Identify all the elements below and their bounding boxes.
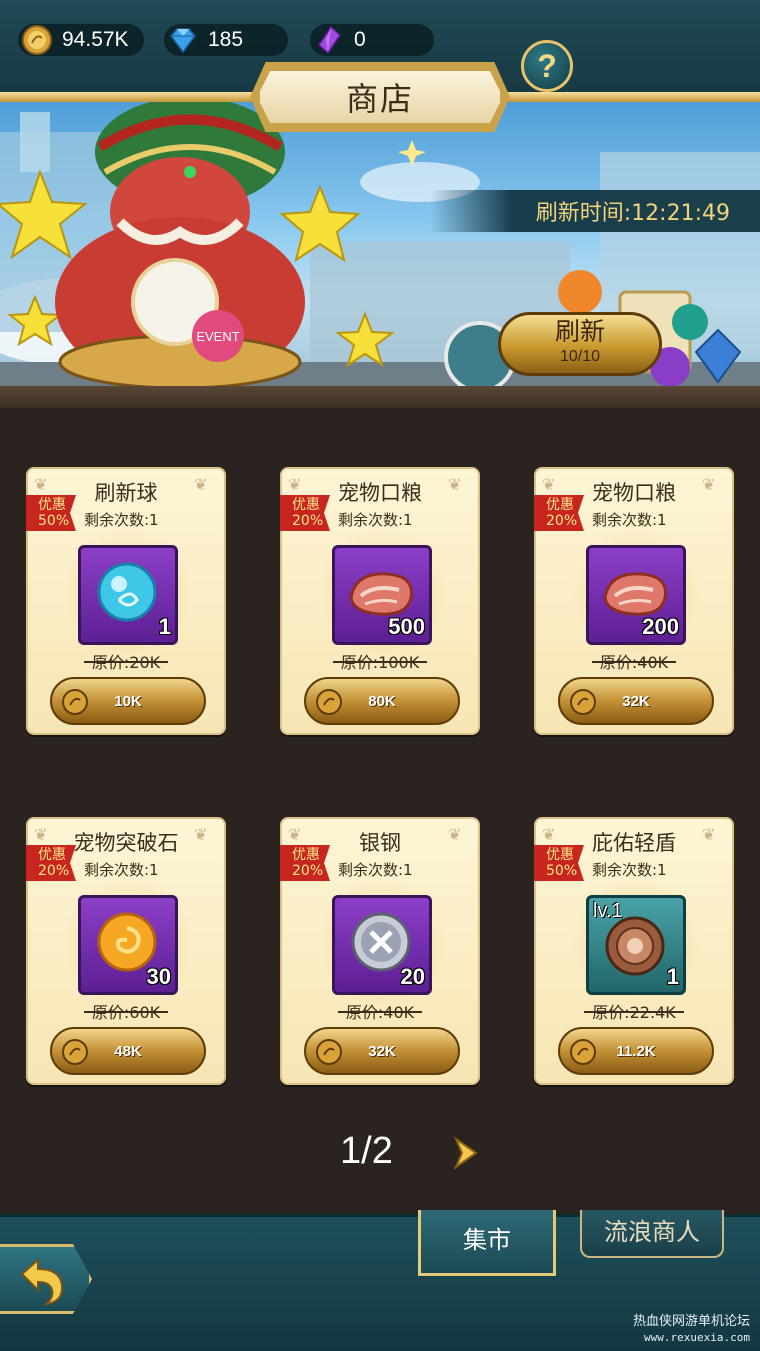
item-slot[interactable]: lv.1 1 bbox=[586, 895, 686, 995]
item-slot[interactable]: 1 bbox=[78, 545, 178, 645]
shop-item-card[interactable]: ❦ ❦ 宠物口粮 优惠 20% 剩余次数:1 500 原价:100K 80K bbox=[280, 467, 480, 735]
item-level: lv.1 bbox=[593, 900, 623, 922]
gold-amount: 94.57K bbox=[62, 28, 129, 51]
gold-coin-icon bbox=[62, 689, 88, 715]
discount-tag: 优惠 20% bbox=[534, 495, 584, 531]
page-title: 商店 bbox=[257, 68, 503, 126]
refresh-timer: 刷新时间:12:21:49 bbox=[430, 190, 760, 232]
refresh-count: 10/10 bbox=[559, 348, 601, 365]
gold-coin-icon bbox=[316, 1039, 342, 1065]
crystal-counter: 0 bbox=[310, 24, 434, 56]
buy-button[interactable]: 48K bbox=[50, 1027, 206, 1075]
item-quantity: 30 bbox=[146, 964, 171, 989]
price-label: 80K bbox=[368, 692, 396, 710]
shop-item-card[interactable]: ❦ ❦ 刷新球 优惠 50% 剩余次数:1 1 原价:20K 10K bbox=[26, 467, 226, 735]
buy-button[interactable]: 10K bbox=[50, 677, 206, 725]
buy-button[interactable]: 11.2K bbox=[558, 1027, 714, 1075]
discount-tag: 优惠 20% bbox=[280, 845, 330, 881]
gold-counter: 94.57K bbox=[18, 24, 144, 56]
buy-button[interactable]: 32K bbox=[558, 677, 714, 725]
shop-item-card[interactable]: ❦ ❦ 银钢 优惠 20% 剩余次数:1 20 原价:40K 32K bbox=[280, 817, 480, 1085]
original-price: 原价:22.4K bbox=[536, 999, 732, 1023]
price-label: 11.2K bbox=[616, 1042, 656, 1060]
gem-counter: 185 bbox=[164, 24, 288, 56]
shop-item-card[interactable]: ❦ ❦ 宠物突破石 优惠 20% 剩余次数:1 30 原价:60K 48K bbox=[26, 817, 226, 1085]
watermark-title: 热血侠网游单机论坛 bbox=[632, 1314, 750, 1329]
discount-tag: 优惠 20% bbox=[280, 495, 330, 531]
item-quantity: 1 bbox=[666, 964, 679, 989]
discount-tag: 优惠 20% bbox=[26, 845, 76, 881]
tab-wandering-merchant[interactable]: 流浪商人 bbox=[580, 1210, 724, 1258]
refresh-button-label: 刷新 bbox=[554, 317, 605, 346]
gold-coin-icon bbox=[570, 689, 596, 715]
price-label: 32K bbox=[368, 1042, 396, 1060]
banner-bottom-rail bbox=[0, 386, 760, 408]
gold-coin-icon bbox=[62, 1039, 88, 1065]
purple-crystal-icon bbox=[318, 25, 341, 55]
gold-coin-icon bbox=[22, 25, 52, 55]
shop-item-card[interactable]: ❦ ❦ 宠物口粮 优惠 20% 剩余次数:1 200 原价:40K 32K bbox=[534, 467, 734, 735]
crystal-amount: 0 bbox=[354, 28, 366, 51]
item-slot[interactable]: 200 bbox=[586, 545, 686, 645]
watermark: 热血侠网游单机论坛 www.rexuexia.com bbox=[633, 1314, 750, 1346]
tab-market[interactable]: 集市 bbox=[418, 1210, 556, 1276]
item-quantity: 20 bbox=[400, 964, 425, 989]
item-slot[interactable]: 30 bbox=[78, 895, 178, 995]
back-arrow-icon bbox=[20, 1257, 64, 1306]
buy-button[interactable]: 80K bbox=[304, 677, 460, 725]
discount-tag: 优惠 50% bbox=[534, 845, 584, 881]
original-price: 原价:60K bbox=[28, 999, 224, 1023]
event-badge: EVENT bbox=[196, 329, 239, 344]
gold-coin-icon bbox=[316, 689, 342, 715]
refresh-button[interactable]: 刷新 10/10 bbox=[498, 312, 662, 376]
item-quantity: 200 bbox=[642, 614, 679, 639]
watermark-url: www.rexuexia.com bbox=[644, 1331, 750, 1344]
item-quantity: 500 bbox=[388, 614, 425, 639]
original-price: 原价:20K bbox=[28, 649, 224, 673]
next-page-arrow-icon[interactable] bbox=[450, 1136, 482, 1170]
item-slot[interactable]: 20 bbox=[332, 895, 432, 995]
page-indicator: 1/2 bbox=[340, 1130, 393, 1172]
buy-button[interactable]: 32K bbox=[304, 1027, 460, 1075]
item-quantity: 1 bbox=[158, 614, 171, 639]
blue-gem-icon bbox=[170, 28, 196, 54]
original-price: 原价:40K bbox=[282, 999, 478, 1023]
discount-tag: 优惠 50% bbox=[26, 495, 76, 531]
price-label: 32K bbox=[622, 692, 650, 710]
gem-amount: 185 bbox=[208, 28, 244, 51]
shop-item-card[interactable]: ❦ ❦ 庇佑轻盾 优惠 50% 剩余次数:1 lv.1 1 原价:22.4K 1… bbox=[534, 817, 734, 1085]
help-button[interactable]: ? bbox=[521, 40, 573, 92]
price-label: 10K bbox=[114, 692, 142, 710]
price-label: 48K bbox=[114, 1042, 142, 1060]
item-slot[interactable]: 500 bbox=[332, 545, 432, 645]
original-price: 原价:40K bbox=[536, 649, 732, 673]
original-price: 原价:100K bbox=[282, 649, 478, 673]
gold-coin-icon bbox=[570, 1039, 596, 1065]
